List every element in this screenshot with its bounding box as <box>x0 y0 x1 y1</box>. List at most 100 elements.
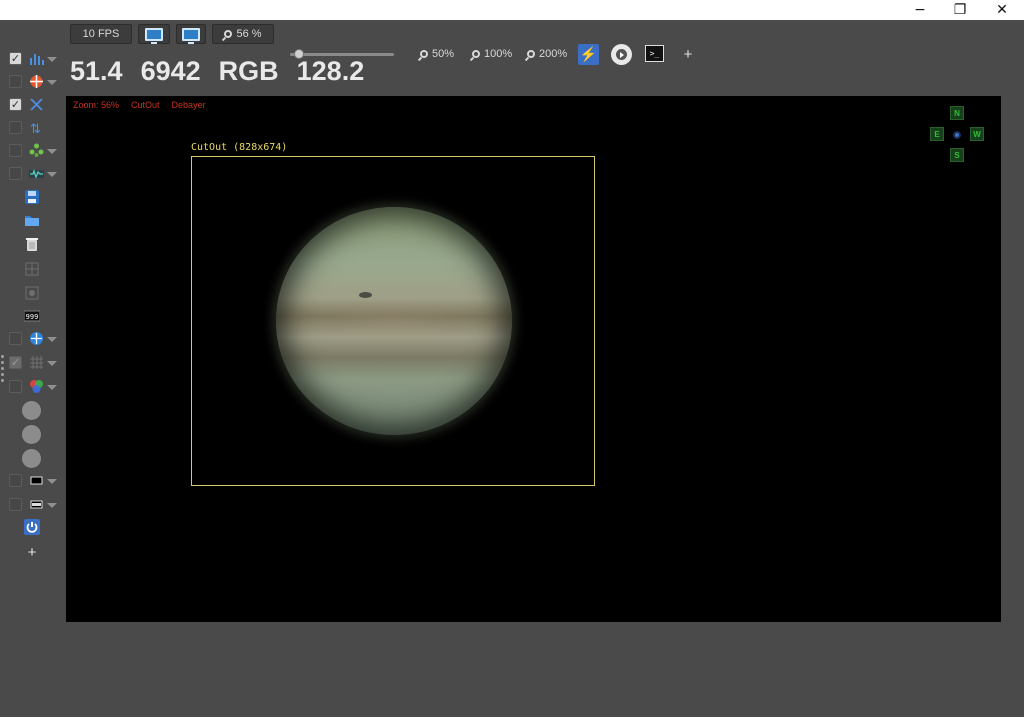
run-mode-button[interactable]: ⚡ <box>578 44 599 65</box>
black-level-dropdown-icon[interactable] <box>47 479 57 484</box>
disabled-circle-button-3[interactable] <box>22 449 41 468</box>
east-arrow-button[interactable]: E <box>930 127 944 141</box>
compass-center-gear-icon[interactable] <box>953 131 961 139</box>
zoom-200-icon <box>527 50 535 58</box>
zoom-icon <box>224 30 233 38</box>
frame-counter-button[interactable]: 999 <box>23 308 41 324</box>
rgb-circles-icon <box>29 379 44 394</box>
zoom-100-icon <box>472 50 480 58</box>
zoom-200-label: 200% <box>539 48 568 60</box>
add-toolbar-button[interactable]: + <box>680 44 696 64</box>
white-bar-checkbox[interactable] <box>9 498 22 511</box>
image-viewer[interactable]: Zoom: 56% CutOut Debayer CutOut (828x674… <box>66 96 1001 622</box>
waveform-checkbox[interactable] <box>9 167 22 180</box>
zoom-button[interactable]: 56 % <box>212 24 274 44</box>
histogram-checkbox[interactable]: ✓ <box>9 52 22 65</box>
top-toolbar: 10 FPS 56 % 50% 100% 200% ⚡ >_ + <box>0 20 1024 65</box>
target-frame-icon <box>25 286 39 300</box>
sidebar-add-button[interactable]: + <box>24 544 40 561</box>
monitor-fit-button[interactable] <box>138 24 170 44</box>
fps-label: 10 FPS <box>82 28 120 40</box>
white-bar-icon <box>29 497 44 512</box>
crosshair-dropdown-icon[interactable] <box>47 80 57 85</box>
waveform-dropdown-icon[interactable] <box>47 172 57 177</box>
debayer-dropdown-icon[interactable] <box>47 149 57 154</box>
flip-icon: ⇅ <box>29 120 44 137</box>
sidebar-item-white-bar[interactable] <box>9 496 59 514</box>
folder-icon <box>25 216 39 226</box>
sidebar-item-grid[interactable]: ✓ <box>9 354 59 372</box>
counter-label: 999 <box>26 313 39 321</box>
record-button[interactable] <box>611 44 632 65</box>
zoom-50-icon <box>420 50 428 58</box>
sidebar-drag-handle[interactable] <box>1 355 4 385</box>
overlay-cutout-label: CutOut <box>131 100 160 110</box>
black-rect-icon <box>29 473 44 488</box>
sidebar-item-waveform[interactable] <box>9 165 59 183</box>
sidebar-item-debayer[interactable] <box>9 142 59 160</box>
target-frame-button[interactable] <box>24 285 40 301</box>
crosshair-checkbox[interactable] <box>9 75 22 88</box>
restore-button[interactable]: ❐ <box>940 0 980 20</box>
cutout-label: CutOut (828x674) <box>191 142 288 153</box>
zoom-100-link[interactable]: 100% <box>472 46 512 62</box>
terminal-button[interactable]: >_ <box>645 45 664 62</box>
record-play-icon <box>616 49 627 60</box>
crosshair-icon <box>29 74 44 89</box>
color-balance-dropdown-icon[interactable] <box>47 385 57 390</box>
power-icon <box>24 519 40 535</box>
zoom-50-link[interactable]: 50% <box>420 46 454 62</box>
zoom-50-label: 50% <box>432 48 455 60</box>
stat-value-4: 128.2 <box>296 56 365 86</box>
sidebar-item-cutout[interactable]: ✓ <box>9 96 59 114</box>
grid-dropdown-icon[interactable] <box>47 361 57 366</box>
white-bar-dropdown-icon[interactable] <box>47 503 57 508</box>
overlay-info: Zoom: 56% CutOut Debayer <box>73 100 206 110</box>
terminal-icon: >_ <box>649 49 660 58</box>
grid-checkbox[interactable]: ✓ <box>9 356 22 369</box>
histogram-dropdown-icon[interactable] <box>47 57 57 62</box>
open-folder-button[interactable] <box>24 212 40 228</box>
monitor-fullscreen-button[interactable] <box>176 24 206 44</box>
save-frame-button[interactable] <box>24 189 40 205</box>
grid-stack-button[interactable] <box>24 261 40 277</box>
west-arrow-button[interactable]: W <box>970 127 984 141</box>
compass-navigation[interactable]: N S E W <box>926 104 988 166</box>
sidebar-item-crosshair[interactable] <box>9 73 59 91</box>
minimize-button[interactable]: − <box>900 0 940 20</box>
close-button[interactable]: ✕ <box>982 0 1022 20</box>
overlay-dropdown-icon[interactable] <box>47 337 57 342</box>
monitor-fit-icon <box>145 27 163 44</box>
power-button[interactable] <box>24 519 40 535</box>
grid-stack-icon <box>25 262 39 276</box>
black-level-checkbox[interactable] <box>9 474 22 487</box>
save-frame-icon <box>25 190 39 204</box>
overlay-checkbox[interactable] <box>9 332 22 345</box>
disabled-circle-button-2[interactable] <box>22 425 41 444</box>
flip-checkbox[interactable] <box>9 121 22 134</box>
sidebar-item-flip[interactable]: ⇅ <box>9 119 59 137</box>
planet-band <box>276 296 512 346</box>
fps-button[interactable]: 10 FPS <box>70 24 132 44</box>
sidebar-item-color-balance[interactable] <box>9 378 59 396</box>
zoom-200-link[interactable]: 200% <box>527 46 567 62</box>
overlay-target-icon <box>29 331 44 346</box>
trash-icon <box>26 238 38 251</box>
planet-spot <box>359 292 372 298</box>
debayer-icon <box>29 143 44 158</box>
disabled-circle-button-1[interactable] <box>22 401 41 420</box>
monitor-fullscreen-icon <box>182 27 200 44</box>
waveform-icon <box>29 166 44 181</box>
color-balance-checkbox[interactable] <box>9 380 22 393</box>
cutout-checkbox[interactable]: ✓ <box>9 98 22 111</box>
sidebar-item-black-level[interactable] <box>9 472 59 490</box>
north-arrow-button[interactable]: N <box>950 106 964 120</box>
south-arrow-button[interactable]: S <box>950 148 964 162</box>
runner-icon: ⚡ <box>579 46 598 62</box>
overlay-zoom-label: Zoom: 56% <box>73 100 120 110</box>
sidebar-item-overlay[interactable] <box>9 330 59 348</box>
sidebar-item-histogram[interactable]: ✓ <box>9 50 59 68</box>
trash-button[interactable] <box>24 236 40 252</box>
grid-icon <box>29 355 44 370</box>
debayer-checkbox[interactable] <box>9 144 22 157</box>
